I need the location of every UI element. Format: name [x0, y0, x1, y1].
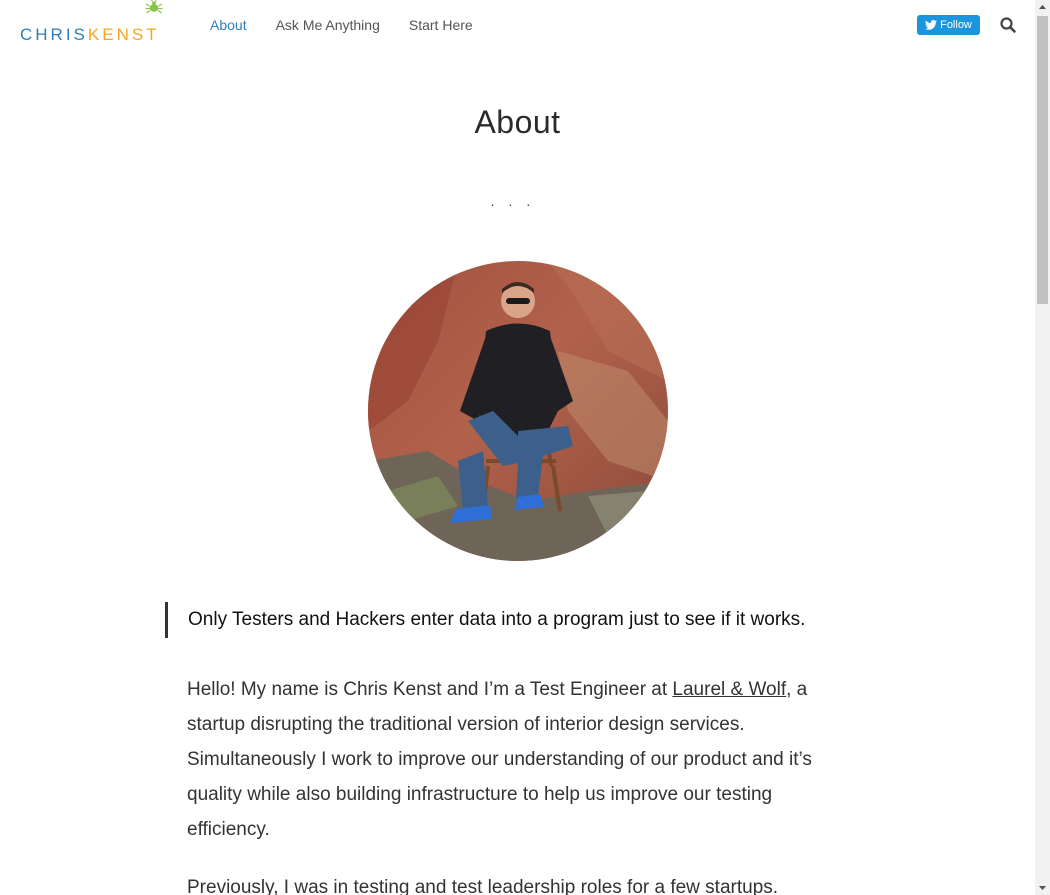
intro-text-start: Hello! My name is Chris Kenst and I’m a … — [187, 679, 673, 700]
bug-icon — [145, 0, 163, 14]
laurel-and-wolf-link[interactable]: Laurel & Wolf — [672, 679, 786, 700]
pull-quote: Only Testers and Hackers enter data into… — [165, 602, 845, 638]
scrollbar-thumb[interactable] — [1037, 16, 1048, 304]
profile-photo-image — [368, 261, 668, 561]
twitter-follow-button[interactable]: Follow — [917, 15, 980, 35]
site-logo[interactable]: CHRISKENST — [20, 16, 160, 44]
vertical-scrollbar[interactable] — [1035, 0, 1050, 895]
scroll-up-arrow-icon[interactable] — [1035, 0, 1050, 14]
follow-label: Follow — [940, 19, 972, 31]
scroll-down-arrow-icon[interactable] — [1035, 881, 1050, 895]
pull-quote-text: Only Testers and Hackers enter data into… — [188, 609, 806, 630]
nav-link-ask-me-anything[interactable]: Ask Me Anything — [276, 16, 380, 34]
search-icon[interactable] — [999, 16, 1017, 34]
page-title: About — [474, 104, 561, 140]
nav-link-about[interactable]: About — [210, 16, 247, 34]
nav-link-start-here[interactable]: Start Here — [409, 16, 473, 34]
intro-text-end: , a startup disrupting the traditional v… — [187, 679, 812, 840]
profile-photo — [368, 261, 668, 561]
main-nav: About Ask Me Anything Start Here — [210, 16, 502, 34]
intro-paragraph: Hello! My name is Chris Kenst and I’m a … — [187, 672, 847, 847]
second-paragraph: Previously, I was in testing and test le… — [187, 877, 779, 895]
twitter-bird-icon — [925, 20, 938, 30]
separator-dots: ... — [490, 193, 545, 209]
logo-text: CHRISKENST — [20, 25, 160, 44]
page: CHRISKENST About Ask Me Anything Start H… — [0, 0, 1035, 895]
